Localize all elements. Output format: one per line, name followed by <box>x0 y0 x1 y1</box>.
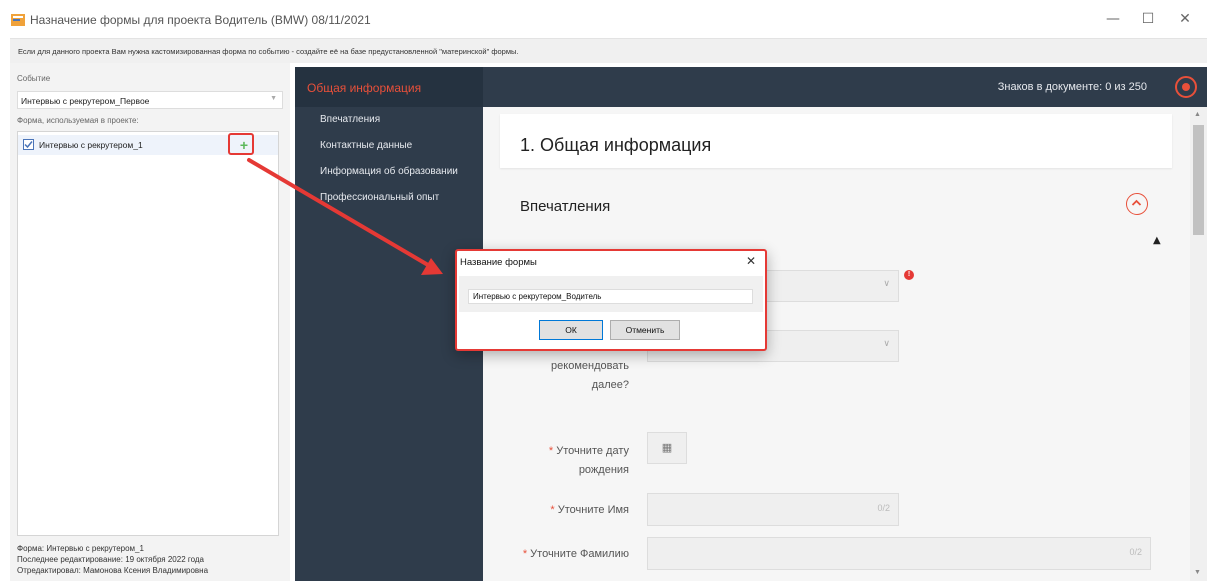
app-icon <box>11 14 25 26</box>
form-name-value: Интервью с рекрутером_Водитель <box>473 292 602 301</box>
document-topbar: Знаков в документе: 0 из 250 <box>483 67 1207 107</box>
footer-form: Форма: Интервью с рекрутером_1 <box>17 544 144 553</box>
recommend-label: рекомендовать <box>551 360 629 372</box>
first-name-counter: 0/2 <box>877 503 890 513</box>
form-item-label: Интервью с рекрутером_1 <box>39 140 143 150</box>
section-card: 1. Общая информация <box>500 114 1172 168</box>
nav-active-label: Общая информация <box>307 81 422 95</box>
caret-up-icon[interactable]: ▲ <box>1153 235 1161 246</box>
event-select[interactable]: Интервью с рекрутером_Первое ▼ <box>17 91 283 109</box>
recommend-label-2: далее? <box>591 379 629 391</box>
dialog-body: Интервью с рекрутером_Водитель <box>459 276 763 312</box>
chevron-up-icon <box>1131 199 1142 206</box>
info-text: Если для данного проекта Вам нужна касто… <box>18 47 519 56</box>
info-bar: Если для данного проекта Вам нужна касто… <box>10 38 1207 63</box>
scroll-thumb[interactable] <box>1193 125 1204 235</box>
last-name-label: * Уточните Фамилию <box>522 548 629 560</box>
minimize-button[interactable]: — <box>1098 8 1128 30</box>
alert-icon: ! <box>904 270 914 280</box>
highlight-box <box>228 133 254 155</box>
cancel-button[interactable]: Отменить <box>610 320 680 340</box>
close-icon[interactable]: ✕ <box>746 254 756 268</box>
scroll-down-icon[interactable]: ▼ <box>1194 569 1201 576</box>
chevron-down-icon: ∨ <box>883 339 890 349</box>
checkbox[interactable] <box>23 139 34 150</box>
maximize-button[interactable]: ☐ <box>1133 8 1163 30</box>
nav-item-experience[interactable]: Профессиональный опыт <box>320 192 439 203</box>
footer-last-edit: Последнее редактирование: 19 октября 202… <box>17 555 205 564</box>
calendar-icon: ▦ <box>661 441 673 454</box>
nav-item-general-info[interactable]: Общая информация <box>295 67 483 107</box>
record-icon[interactable] <box>1175 76 1197 98</box>
form-list: Интервью с рекрутером_1 + <box>17 131 279 536</box>
check-icon <box>24 141 33 149</box>
page-title: 1. Общая информация <box>520 135 712 155</box>
form-name-dialog: Название формы ✕ Интервью с рекрутером_В… <box>455 249 767 351</box>
left-panel: Событие Интервью с рекрутером_Первое ▼ Ф… <box>10 63 290 581</box>
calendar-button[interactable]: ▦ <box>647 432 687 464</box>
chevron-down-icon: ∨ <box>883 279 890 289</box>
collapse-section-button[interactable] <box>1126 193 1148 215</box>
event-label: Событие <box>17 74 51 83</box>
nav-item-impressions[interactable]: Впечатления <box>320 114 380 125</box>
event-select-value: Интервью с рекрутером_Первое <box>21 96 150 106</box>
last-name-input[interactable]: 0/2 <box>647 537 1151 570</box>
last-name-counter: 0/2 <box>1129 547 1142 557</box>
dropdown-arrow-icon: ▼ <box>270 95 277 102</box>
first-name-label: * Уточните Имя <box>550 504 629 516</box>
window-titlebar: Назначение формы для проекта Водитель (B… <box>0 0 1207 38</box>
scroll-up-icon[interactable]: ▲ <box>1194 111 1201 118</box>
char-count: Знаков в документе: 0 из 250 <box>997 81 1147 93</box>
first-name-input[interactable]: 0/2 <box>647 493 899 526</box>
section-title: Впечатления <box>520 198 611 215</box>
vertical-scrollbar[interactable]: ▲ ▼ <box>1190 107 1207 581</box>
form-used-label: Форма, используемая в проекте: <box>17 116 139 125</box>
nav-item-contacts[interactable]: Контактные данные <box>320 140 412 151</box>
nav-item-education[interactable]: Информация об образовании <box>320 166 458 177</box>
birthdate-label-2: рождения <box>578 464 629 476</box>
ok-button[interactable]: ОК <box>539 320 603 340</box>
footer-editor: Отредактировал: Мамонова Ксения Владимир… <box>17 566 209 575</box>
window-title: Назначение формы для проекта Водитель (B… <box>30 13 371 27</box>
birthdate-label: * Уточните дату <box>548 445 629 457</box>
close-window-button[interactable]: ✕ <box>1170 8 1200 30</box>
form-name-input[interactable]: Интервью с рекрутером_Водитель <box>468 289 753 304</box>
dialog-title: Название формы <box>460 257 537 268</box>
